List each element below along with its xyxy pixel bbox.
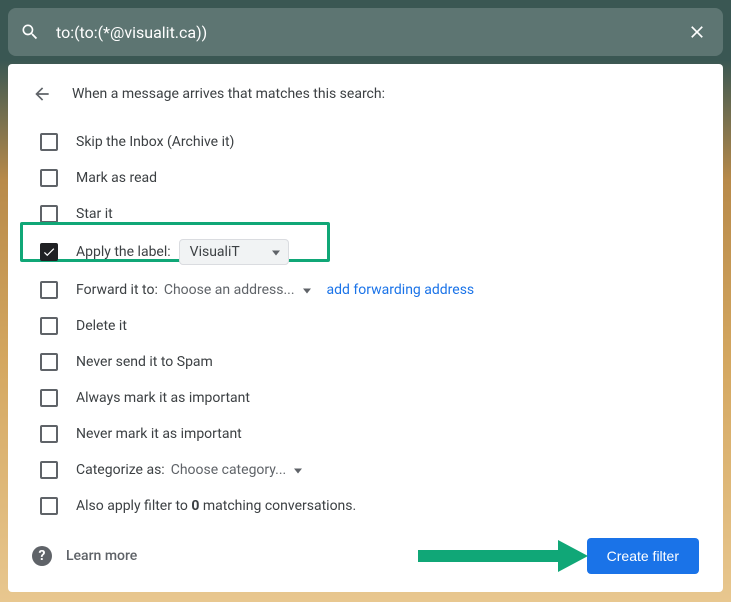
checkbox-always-important[interactable] (40, 389, 58, 407)
dropdown-forward-address[interactable]: Choose an address... (164, 282, 311, 298)
option-never-spam: Never send it to Spam (32, 344, 699, 380)
label-apply-label: Apply the label: (76, 244, 171, 260)
filter-panel: When a message arrives that matches this… (8, 64, 723, 592)
checkbox-skip-inbox[interactable] (40, 133, 58, 151)
label-skip-inbox: Skip the Inbox (Archive it) (76, 134, 234, 150)
label-always-important: Always mark it as important (76, 390, 250, 406)
back-arrow-icon[interactable] (32, 84, 52, 104)
checkbox-forward[interactable] (40, 281, 58, 299)
checkbox-never-important[interactable] (40, 425, 58, 443)
option-skip-inbox: Skip the Inbox (Archive it) (32, 124, 699, 160)
checkbox-never-spam[interactable] (40, 353, 58, 371)
panel-title: When a message arrives that matches this… (72, 86, 385, 102)
option-categorize: Categorize as: Choose category... (32, 452, 699, 488)
search-bar: to:(to:(*@visualit.ca)) (8, 8, 723, 56)
label-star: Star it (76, 206, 113, 222)
label-never-spam: Never send it to Spam (76, 354, 213, 370)
checkbox-categorize[interactable] (40, 461, 58, 479)
create-filter-button[interactable]: Create filter (587, 538, 699, 574)
footer: ? Learn more Create filter (32, 538, 699, 574)
option-never-important: Never mark it as important (32, 416, 699, 452)
option-delete: Delete it (32, 308, 699, 344)
label-never-important: Never mark it as important (76, 426, 242, 442)
option-star: Star it (32, 196, 699, 232)
option-apply-label: Apply the label: VisualiT (32, 232, 699, 272)
label-mark-read: Mark as read (76, 170, 157, 186)
learn-more-link[interactable]: Learn more (66, 548, 137, 564)
label-delete: Delete it (76, 318, 127, 334)
link-add-forwarding[interactable]: add forwarding address (327, 282, 475, 298)
label-also-apply: Also apply filter to 0 matching conversa… (76, 498, 356, 514)
panel-header: When a message arrives that matches this… (32, 84, 699, 104)
option-also-apply: Also apply filter to 0 matching conversa… (32, 488, 699, 524)
checkbox-star[interactable] (40, 205, 58, 223)
option-always-important: Always mark it as important (32, 380, 699, 416)
also-apply-post: matching conversations. (199, 498, 356, 514)
option-forward: Forward it to: Choose an address... add … (32, 272, 699, 308)
also-apply-pre: Also apply filter to (76, 498, 191, 514)
search-icon (20, 22, 40, 42)
checkbox-mark-read[interactable] (40, 169, 58, 187)
checkbox-also-apply[interactable] (40, 497, 58, 515)
close-icon[interactable] (683, 18, 711, 46)
dropdown-category[interactable]: Choose category... (171, 462, 303, 478)
dropdown-label[interactable]: VisualiT (179, 239, 289, 265)
label-forward: Forward it to: (76, 282, 158, 298)
option-mark-read: Mark as read (32, 160, 699, 196)
help-icon[interactable]: ? (32, 546, 52, 566)
checkbox-delete[interactable] (40, 317, 58, 335)
label-categorize: Categorize as: (76, 462, 165, 478)
checkbox-apply-label[interactable] (40, 243, 58, 261)
search-query[interactable]: to:(to:(*@visualit.ca)) (56, 23, 683, 42)
